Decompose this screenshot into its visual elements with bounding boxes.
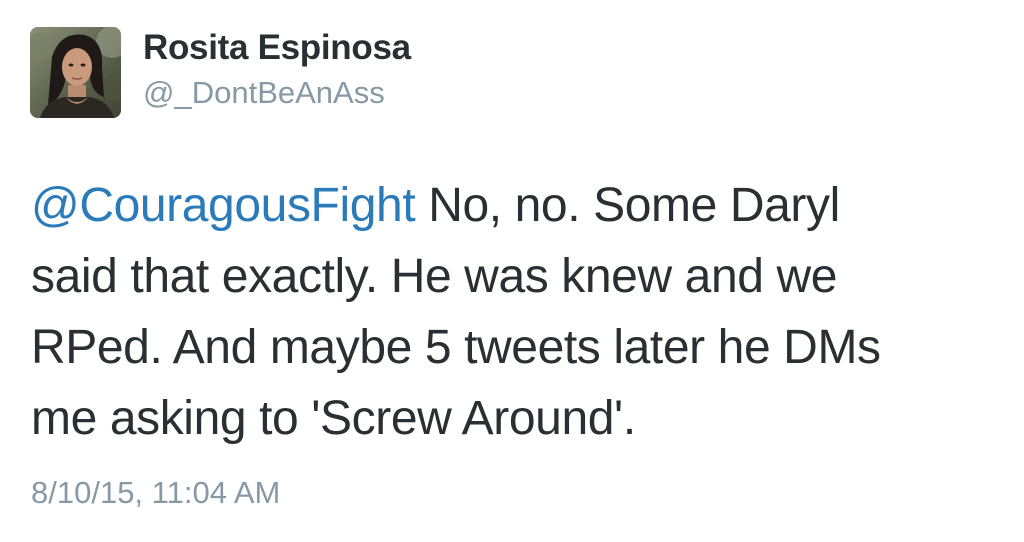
tweet-card: Rosita Espinosa @_DontBeAnAss @Couragous…	[0, 0, 1024, 542]
tweet-line-2: said that exactly. He was knew and we	[31, 250, 838, 303]
tweet-line-1: @CouragousFight No, no. Some Daryl	[31, 170, 1006, 241]
tweet-line-3: RPed. And maybe 5 tweets later he DMs	[31, 321, 881, 374]
tweet-text: @CouragousFight No, no. Some Daryl said …	[31, 170, 1006, 454]
avatar[interactable]	[30, 27, 121, 118]
mention-link[interactable]: @CouragousFight	[31, 179, 416, 232]
profile-photo-icon	[30, 27, 121, 118]
display-name[interactable]: Rosita Espinosa	[143, 28, 411, 68]
tweet-line-4: me asking to 'Screw Around'.	[31, 392, 636, 445]
tweet-timestamp[interactable]: 8/10/15, 11:04 AM	[31, 475, 280, 511]
tweet-line-1-text: No, no. Some Daryl	[415, 179, 840, 232]
user-handle[interactable]: @_DontBeAnAss	[143, 75, 385, 111]
